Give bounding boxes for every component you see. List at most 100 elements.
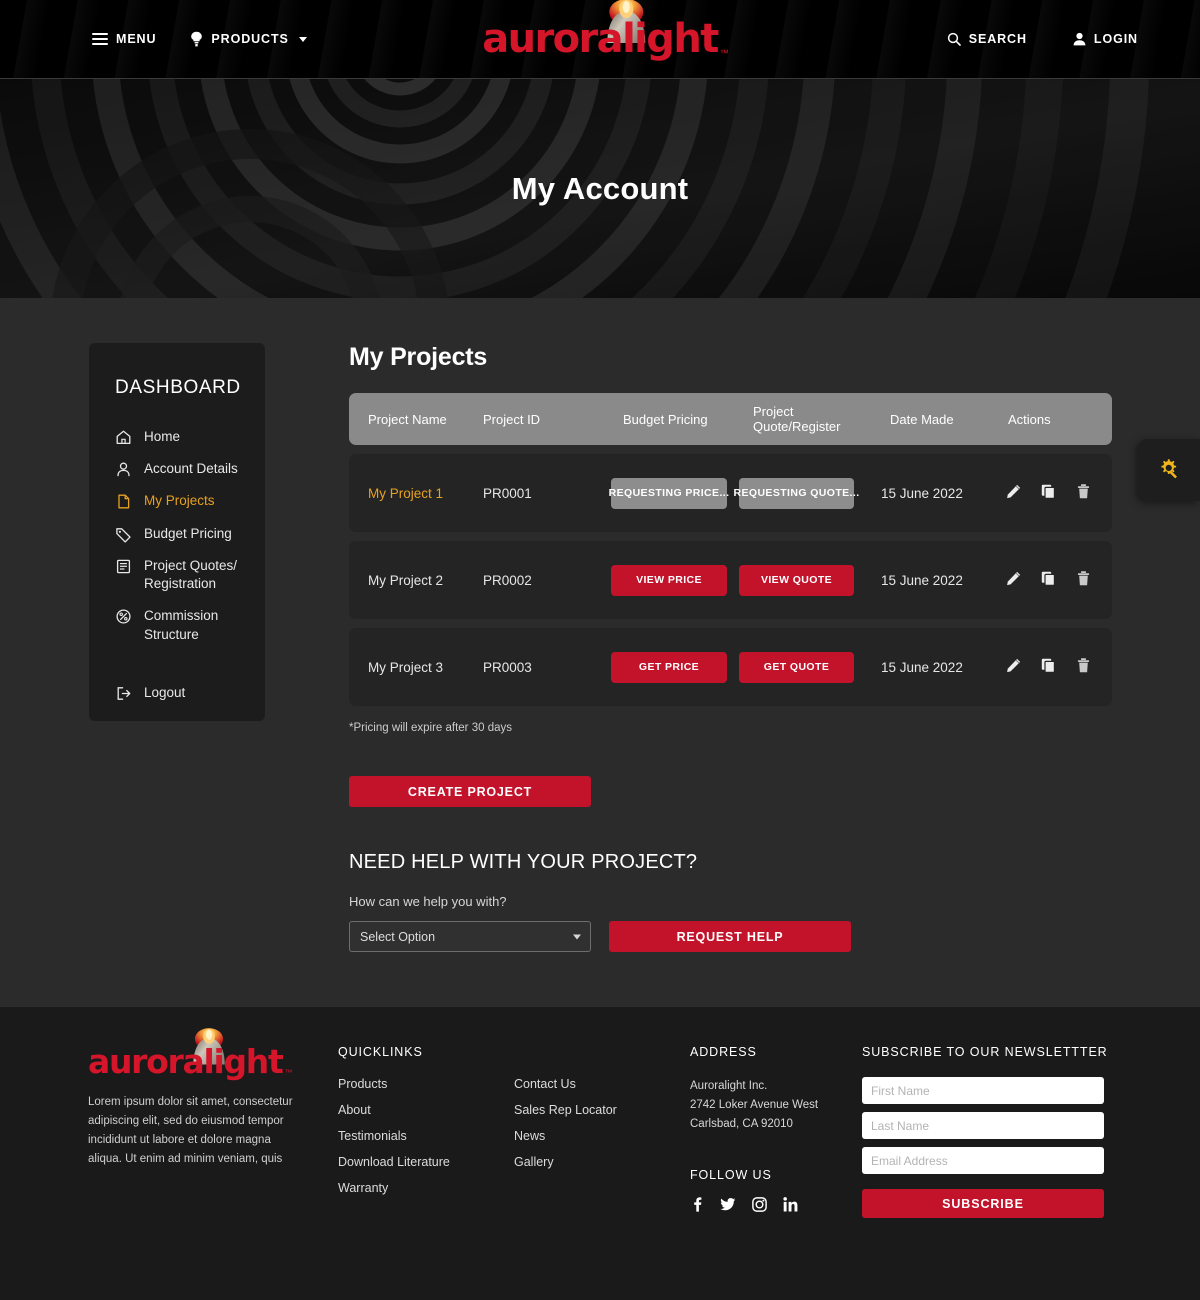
budget-price-button[interactable]: REQUESTING PRICE...	[609, 477, 729, 509]
hamburger-icon	[92, 33, 108, 45]
project-name: My Project 3	[368, 659, 444, 675]
help-form-row: Select Option REQUEST HELP	[349, 921, 1112, 952]
project-quote-button[interactable]: GET QUOTE	[739, 651, 854, 683]
last-name-field[interactable]	[862, 1112, 1104, 1139]
footer-link-download-literature[interactable]: Download Literature	[338, 1155, 514, 1169]
footer-brand-column: auroralight ™ Lorem ipsum dolor sit amet…	[88, 1028, 338, 1218]
column-header-project-id: Project ID	[483, 411, 541, 427]
search-button[interactable]: SEARCH	[947, 32, 1027, 46]
create-project-button[interactable]: CREATE PROJECT	[349, 776, 591, 807]
footer-brand-description: Lorem ipsum dolor sit amet, consectetur …	[88, 1096, 293, 1165]
sidebar-item-label: Account Details	[144, 461, 238, 477]
sidebar-divider-space	[89, 651, 265, 677]
sidebar-item-project-quotes[interactable]: Project Quotes/ Registration	[89, 550, 265, 600]
delete-icon[interactable]	[1075, 483, 1092, 503]
first-name-field[interactable]	[862, 1077, 1104, 1104]
delete-icon[interactable]	[1075, 657, 1092, 677]
footer-link-sales-rep-locator[interactable]: Sales Rep Locator	[514, 1103, 690, 1117]
edit-icon[interactable]	[1005, 657, 1022, 677]
footer-logo[interactable]: auroralight ™	[88, 1028, 292, 1081]
footer-link-news[interactable]: News	[514, 1129, 690, 1143]
settings-float-tab[interactable]	[1138, 439, 1200, 501]
document-list-icon	[115, 558, 132, 575]
footer-link-products[interactable]: Products	[338, 1077, 514, 1091]
project-name: My Project 2	[368, 572, 444, 588]
user-icon	[1073, 32, 1086, 46]
page-title: My Account	[511, 170, 689, 206]
quicklinks-heading-spacer	[514, 1045, 690, 1059]
date-made: 15 June 2022	[881, 572, 963, 588]
date-made: 15 June 2022	[881, 485, 963, 501]
email-field[interactable]	[862, 1147, 1104, 1174]
sidebar-item-commission-structure[interactable]: Commission Structure	[89, 600, 265, 650]
table-row: My Project 2 PR0002 VIEW PRICE VIEW QUOT…	[349, 541, 1112, 619]
facebook-icon[interactable]	[690, 1197, 704, 1217]
duplicate-icon[interactable]	[1040, 570, 1057, 590]
budget-price-button[interactable]: GET PRICE	[611, 651, 727, 683]
sidebar-item-label: Logout	[144, 684, 186, 700]
help-topic-select[interactable]: Select Option	[349, 921, 591, 952]
edit-icon[interactable]	[1005, 483, 1022, 503]
pricing-expiry-note: *Pricing will expire after 30 days	[349, 722, 512, 734]
footer-link-testimonials[interactable]: Testimonials	[338, 1129, 514, 1143]
project-id: PR0002	[483, 572, 532, 588]
sidebar-item-label: Home	[144, 429, 181, 444]
subscribe-button[interactable]: SUBSCRIBE	[862, 1189, 1104, 1218]
project-quote-button[interactable]: REQUESTING QUOTE...	[733, 477, 859, 509]
products-label: PRODUCTS	[211, 32, 289, 46]
help-topic-selected-value: Select Option	[360, 929, 436, 944]
column-header-project-quote: Project Quote/Register	[753, 404, 841, 434]
login-button[interactable]: LOGIN	[1073, 32, 1138, 46]
column-header-actions: Actions	[1008, 411, 1051, 427]
logout-icon	[115, 685, 132, 702]
menu-button[interactable]: MENU	[92, 32, 156, 46]
quicklinks-heading: QUICKLINKS	[338, 1045, 423, 1059]
dashboard-sidebar: DASHBOARD Home Account Details My Projec…	[89, 343, 265, 721]
projects-table-header: Project Name Project ID Budget Pricing P…	[349, 393, 1112, 445]
sidebar-item-logout[interactable]: Logout	[89, 677, 265, 709]
sidebar-item-label: Commission Structure	[144, 608, 219, 642]
menu-label: MENU	[116, 32, 157, 46]
products-menu-button[interactable]: PRODUCTS	[190, 31, 307, 47]
percent-circle-icon	[115, 608, 132, 625]
section-title: My Projects	[349, 343, 488, 371]
edit-icon[interactable]	[1005, 570, 1022, 590]
project-id: PR0003	[483, 659, 532, 675]
instagram-icon[interactable]	[752, 1197, 767, 1217]
footer-link-warranty[interactable]: Warranty	[338, 1181, 514, 1195]
sidebar-item-my-projects[interactable]: My Projects	[89, 485, 265, 517]
sidebar-item-account-details[interactable]: Account Details	[89, 453, 265, 485]
twitter-icon[interactable]	[720, 1197, 736, 1217]
duplicate-icon[interactable]	[1040, 483, 1057, 503]
linkedin-icon[interactable]	[783, 1197, 798, 1217]
tag-icon	[115, 526, 132, 543]
project-name-link[interactable]: My Project 1	[368, 486, 443, 501]
column-header-date-made: Date Made	[890, 411, 954, 427]
request-help-button[interactable]: REQUEST HELP	[609, 921, 851, 952]
sidebar-item-label: Budget Pricing	[144, 525, 232, 541]
sidebar-item-home[interactable]: Home	[89, 421, 265, 453]
gear-wrench-icon	[1161, 459, 1177, 479]
budget-price-button[interactable]: VIEW PRICE	[611, 564, 727, 596]
search-label: SEARCH	[968, 32, 1027, 46]
user-icon	[115, 461, 132, 478]
footer-link-gallery[interactable]: Gallery	[514, 1155, 690, 1169]
help-select-label: How can we help you with?	[349, 894, 507, 909]
column-header-project-name: Project Name	[368, 411, 447, 427]
follow-us-heading: FOLLOW US	[690, 1167, 772, 1182]
sidebar-item-budget-pricing[interactable]: Budget Pricing	[89, 518, 265, 550]
site-header: MENU PRODUCTS auroralight ™ SEARCH LOGIN	[0, 0, 1200, 79]
delete-icon[interactable]	[1075, 570, 1092, 590]
table-row: My Project 1 PR0001 REQUESTING PRICE... …	[349, 454, 1112, 532]
site-logo[interactable]: auroralight ™	[482, 0, 729, 59]
header-nav-right: SEARCH LOGIN	[947, 0, 1138, 78]
footer-link-contact-us[interactable]: Contact Us	[514, 1077, 690, 1091]
footer-logo-wordmark: auroralight	[88, 1042, 284, 1081]
table-row: My Project 3 PR0003 GET PRICE GET QUOTE …	[349, 628, 1112, 706]
footer-link-about[interactable]: About	[338, 1103, 514, 1117]
login-label: LOGIN	[1093, 32, 1138, 46]
address-line: 2742 Loker Avenue West	[690, 1098, 819, 1111]
date-made: 15 June 2022	[881, 659, 963, 675]
project-quote-button[interactable]: VIEW QUOTE	[739, 564, 854, 596]
duplicate-icon[interactable]	[1040, 657, 1057, 677]
